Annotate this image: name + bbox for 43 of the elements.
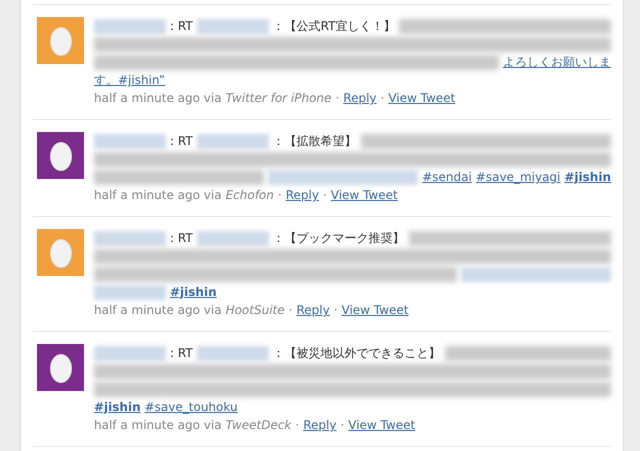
separator: ·	[322, 187, 327, 204]
egg-icon	[50, 238, 72, 268]
separator: ·	[380, 90, 384, 107]
tweet-time: half a minute ago via	[94, 90, 222, 107]
blurred-name	[94, 134, 166, 148]
tweet-time: half a minute ago via	[94, 302, 222, 319]
view-tweet-link[interactable]: View Tweet	[388, 89, 456, 107]
blurred-name	[94, 18, 166, 34]
client-name: TweetDeck	[226, 417, 292, 434]
reply-link[interactable]: Reply	[343, 89, 376, 107]
egg-icon	[50, 26, 72, 56]
view-tweet-link[interactable]: View Tweet	[342, 301, 408, 319]
hashtag-link[interactable]: #jishin	[170, 283, 217, 301]
client-name: Twitter for iPhone	[226, 90, 332, 107]
client-name: Echofon	[226, 187, 274, 204]
separator: ·	[334, 302, 338, 319]
hashtag-link[interactable]: #jishin	[94, 398, 141, 416]
hashtag-link[interactable]: #jishin	[564, 168, 611, 186]
separator: ·	[335, 90, 340, 107]
avatar[interactable]	[37, 344, 84, 391]
separator: ·	[295, 417, 300, 434]
hashtag-link[interactable]: #save_touhoku	[144, 398, 238, 416]
reply-link[interactable]: Reply	[303, 416, 336, 434]
client-name: HootSuite	[226, 302, 285, 319]
blurred-name	[94, 230, 166, 246]
reply-link[interactable]: Reply	[286, 186, 319, 204]
egg-icon	[50, 352, 72, 382]
separator: ·	[340, 417, 344, 434]
hashtag-link[interactable]: よろしくお願いしま	[503, 53, 611, 71]
separator: ·	[278, 187, 282, 204]
hashtag-link[interactable]: #sendai	[422, 168, 472, 186]
view-tweet-link[interactable]: View Tweet	[330, 186, 398, 204]
tweet-time: half a minute ago via	[94, 417, 222, 434]
tweet-time: half a minute ago via	[94, 187, 222, 204]
blurred-name	[94, 284, 166, 300]
blurred-name	[94, 346, 166, 360]
avatar[interactable]	[37, 132, 84, 179]
egg-icon	[50, 140, 72, 170]
reply-link[interactable]: Reply	[296, 301, 330, 319]
hashtag-link[interactable]: す。#jishin”	[94, 71, 166, 89]
hashtag-link[interactable]: #save_miyagi	[476, 168, 560, 186]
separator: ·	[288, 302, 292, 319]
view-tweet-link[interactable]: View Tweet	[348, 416, 416, 434]
